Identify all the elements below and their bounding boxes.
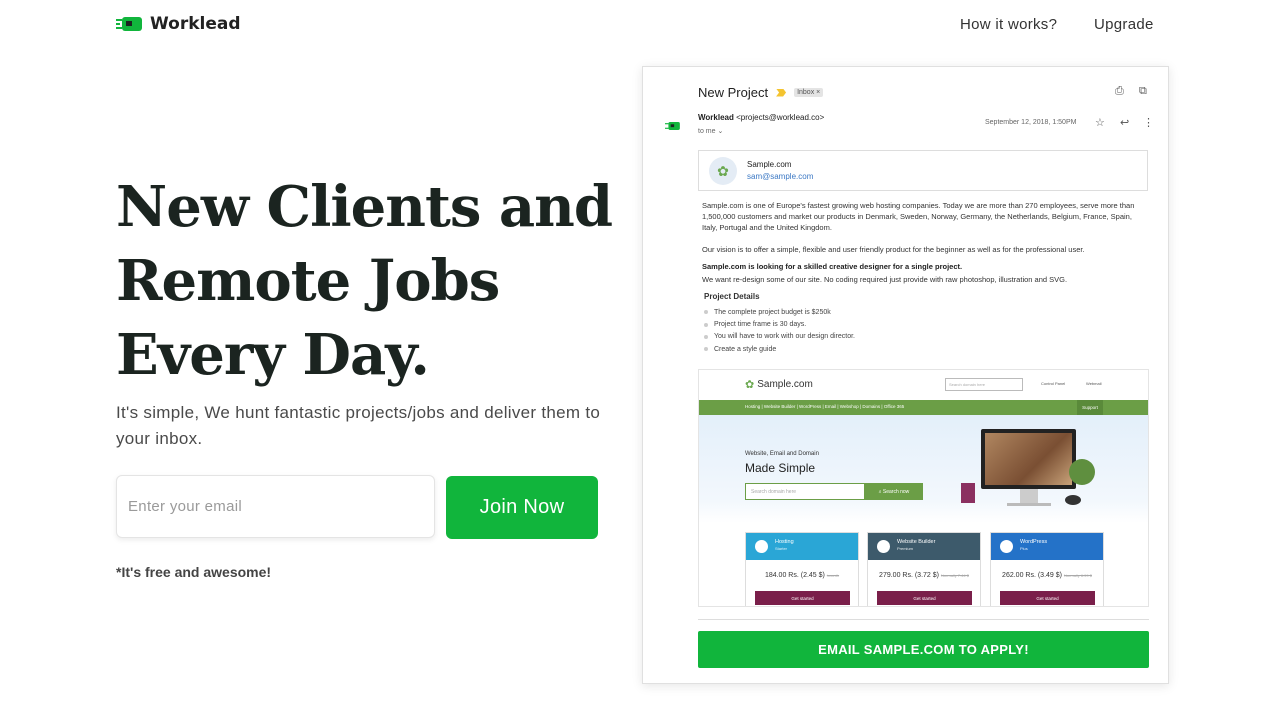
plan-tier: Premium [897, 546, 914, 551]
plant-image [1069, 459, 1095, 485]
plan-name: Website Builder [897, 539, 936, 545]
plan-get-started: Get started [1000, 591, 1095, 605]
importance-marker-icon [776, 88, 787, 97]
site-logo-text: Sample.com [757, 379, 813, 390]
worklead-logo-icon [116, 17, 142, 31]
email-input[interactable] [116, 475, 435, 538]
email-date: September 12, 2018, 1:50PM [985, 119, 1077, 126]
cup-image [1065, 495, 1081, 505]
reply-icon[interactable]: ↩ [1120, 116, 1129, 129]
brand-name: Worklead [150, 14, 241, 34]
email-subject: New Project [698, 85, 769, 100]
list-item: You will have to work with our design di… [704, 331, 855, 343]
sender-address: <projects@worklead.co> [736, 113, 825, 122]
plan-card-hosting: Hosting Starter 184.00 Rs. (2.45 $) /mont… [745, 532, 859, 606]
plan-name: Hosting [775, 539, 794, 545]
hero-title-line-2: Remote Jobs [116, 248, 500, 314]
open-external-icon[interactable]: ⧉ [1139, 85, 1147, 98]
plan-get-started: Get started [877, 591, 972, 605]
server-icon [755, 540, 768, 553]
plan-tier: Plus [1020, 546, 1028, 551]
hero-subtitle: It's simple, We hunt fantastic projects/… [116, 403, 601, 448]
plan-header: WordPress Plus [991, 533, 1103, 560]
email-paragraph-3: We want re-design some of our site. No c… [702, 275, 1068, 284]
top-nav: Worklead How it works? Upgrade [0, 0, 1280, 52]
plan-tier: Starter [775, 546, 788, 551]
nav-upgrade[interactable]: Upgrade [1094, 16, 1154, 33]
apply-button[interactable]: EMAIL SAMPLE.COM TO APPLY! [698, 631, 1149, 668]
plan-price: 262.00 Rs. (3.49 $) Normally 6.99 $ [1002, 572, 1092, 579]
site-domain-button: ⌕ Search now [865, 483, 923, 500]
email-subject-row: New Project Inbox × [698, 85, 824, 100]
site-hero: Website, Email and Domain Made Simple Se… [699, 415, 1148, 523]
embedded-site-screenshot: ✿ Sample.com Search domain here Control P… [698, 369, 1149, 607]
hero-title-line-3: Every Day. [116, 322, 430, 388]
wordpress-icon [1000, 540, 1013, 553]
brush-icon [877, 540, 890, 553]
project-details-title: Project Details [704, 292, 760, 301]
site-header: ✿ Sample.com Search domain here Control P… [699, 370, 1148, 400]
project-details-list: The complete project budget is $250k Pro… [704, 306, 855, 356]
list-item: The complete project budget is $250k [704, 306, 855, 318]
plan-get-started: Get started [755, 591, 850, 605]
email-sender: Worklead <projects@worklead.co> [698, 113, 824, 122]
worklead-logo-icon [665, 122, 680, 130]
more-icon[interactable]: ⋮ [1143, 116, 1154, 129]
list-item: Create a style guide [704, 343, 855, 355]
hero-title: New Clients and Remote Jobs Every Day. [116, 170, 636, 392]
plan-header: Hosting Starter [746, 533, 858, 560]
join-now-button[interactable]: Join Now [446, 476, 598, 539]
brand-logo[interactable]: Worklead [116, 14, 241, 34]
site-menu-items: Hosting | Website Builder | WordPress | … [745, 404, 905, 409]
site-webmail-link: Webmail [1086, 381, 1102, 386]
plan-card-website-builder: Website Builder Premium 279.00 Rs. (3.72 … [867, 532, 981, 606]
flower-logo-icon: ✿ [745, 379, 755, 391]
email-paragraph-2: Our vision is to offer a simple, flexibl… [702, 245, 1085, 254]
inbox-label[interactable]: Inbox × [794, 88, 824, 97]
plan-card-wordpress: WordPress Plus 262.00 Rs. (3.49 $) Normal… [990, 532, 1104, 606]
site-menu-bar: Hosting | Website Builder | WordPress | … [699, 400, 1148, 415]
contact-card: ✿ Sample.com sam@sample.com [698, 150, 1148, 191]
star-icon[interactable]: ☆ [1095, 116, 1105, 129]
site-control-panel-link: Control Panel [1041, 381, 1066, 386]
plan-price: 184.00 Rs. (2.45 $) /month [764, 572, 840, 579]
site-hero-small: Website, Email and Domain [745, 451, 819, 457]
plan-name: WordPress [1020, 539, 1048, 545]
list-item: Project time frame is 30 days. [704, 318, 855, 330]
recipient-toggle[interactable]: to me ⌄ [698, 127, 723, 135]
free-note: *It's free and awesome! [116, 564, 272, 580]
email-paragraph-1: Sample.com is one of Europe's fastest gr… [702, 201, 1135, 232]
phone-image [961, 483, 975, 503]
site-logo: ✿ Sample.com [745, 378, 813, 391]
email-paragraph-3-bold: Sample.com is looking for a skilled crea… [702, 262, 963, 271]
site-support: Support [1077, 400, 1103, 415]
plan-price: 279.00 Rs. (3.72 $) Normally 7.44 $ [879, 572, 969, 579]
email-preview-card: New Project Inbox × ⎙ ⧉ Worklead <projec… [642, 66, 1169, 684]
site-domain-input: Search domain here [745, 483, 865, 500]
plan-header: Website Builder Premium [868, 533, 980, 560]
nav-how-it-works[interactable]: How it works? [960, 16, 1057, 33]
contact-name: Sample.com [747, 160, 792, 169]
contact-email[interactable]: sam@sample.com [747, 172, 813, 181]
site-hero-title: Made Simple [745, 461, 816, 475]
print-icon[interactable]: ⎙ [1115, 85, 1124, 98]
hero-title-line-1: New Clients and [116, 174, 613, 240]
site-search-input: Search domain here [945, 378, 1023, 391]
contact-avatar: ✿ [709, 157, 737, 185]
monitor-image [981, 429, 1076, 489]
sender-name: Worklead [698, 113, 734, 122]
divider [698, 619, 1149, 620]
